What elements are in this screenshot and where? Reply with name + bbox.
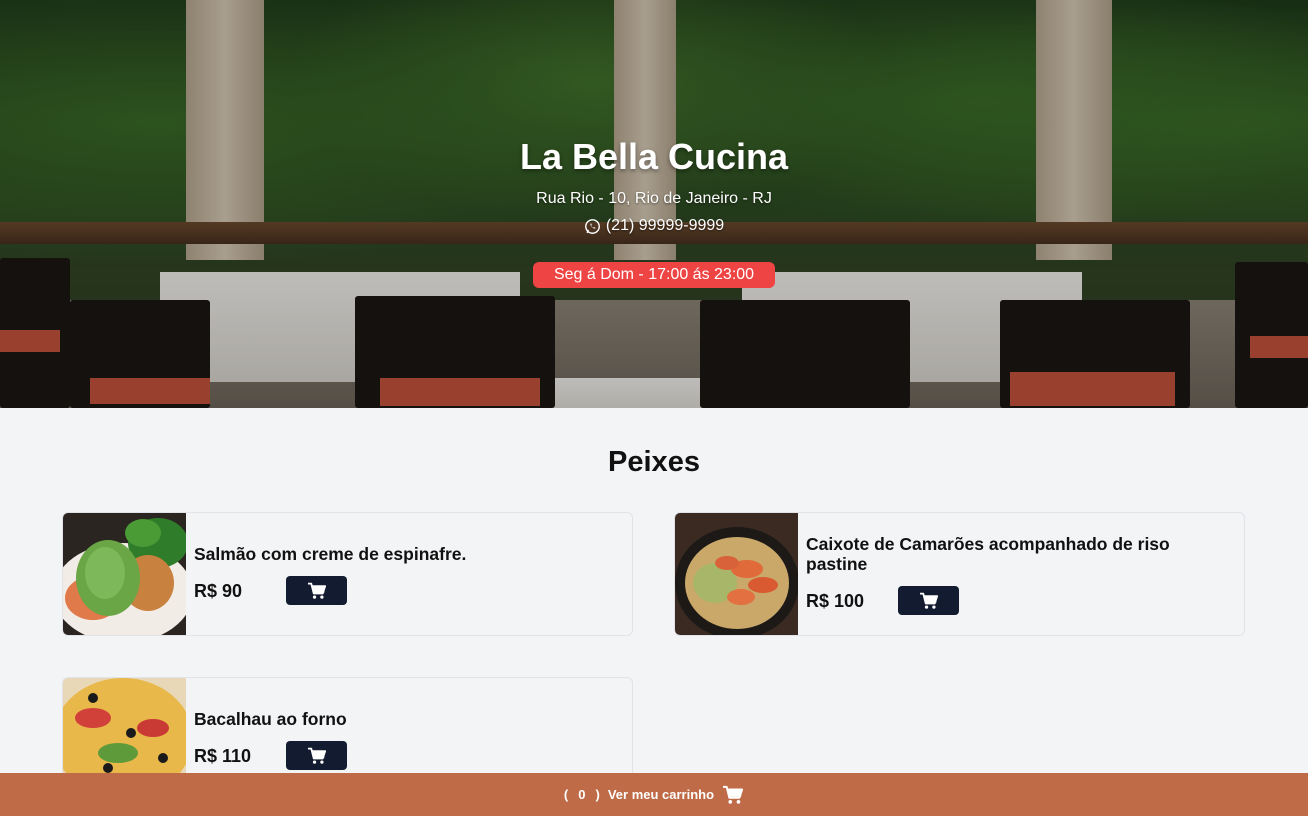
restaurant-phone[interactable]: (21) 99999-9999 <box>0 217 1308 240</box>
menu-item-name: Bacalhau ao forno <box>194 709 347 729</box>
cart-count-close-paren: ) <box>595 787 600 802</box>
hero-banner: La Bella Cucina Rua Rio - 10, Rio de Jan… <box>0 0 1308 408</box>
opening-hours-badge: Seg á Dom - 17:00 ás 23:00 <box>533 262 775 288</box>
cart-icon <box>919 592 938 609</box>
menu-item-price: R$ 90 <box>194 581 243 601</box>
phone-number: (21) 99999-9999 <box>605 217 725 234</box>
salmon-dish-photo <box>63 513 186 635</box>
add-to-cart-button[interactable] <box>286 741 347 770</box>
shrimp-dish-photo <box>675 513 798 635</box>
menu-item-card: Salmão com creme de espinafre. R$ 90 <box>62 512 633 636</box>
menu-item-name: Salmão com creme de espinafre. <box>194 544 467 564</box>
add-to-cart-button[interactable] <box>898 586 959 615</box>
cart-count-open-paren: ( <box>563 787 569 802</box>
menu-item-name: Caixote de Camarões acompanhado de riso … <box>806 534 1170 574</box>
hero-content: La Bella Cucina Rua Rio - 10, Rio de Jan… <box>0 0 1308 408</box>
menu-item-card: Caixote de Camarões acompanhado de riso … <box>674 512 1245 636</box>
view-cart-bar[interactable]: ( 0 ) Ver meu carrinho <box>0 773 1308 816</box>
view-cart-label: Ver meu carrinho <box>607 787 715 802</box>
menu-item-price: R$ 100 <box>806 591 865 611</box>
section-title: Peixes <box>608 446 700 478</box>
menu-item-price: R$ 110 <box>194 746 252 766</box>
restaurant-address: Rua Rio - 10, Rio de Janeiro - RJ <box>536 190 772 207</box>
cart-icon <box>307 747 326 764</box>
whatsapp-icon <box>584 218 600 234</box>
cart-icon <box>307 582 326 599</box>
add-to-cart-button[interactable] <box>286 576 347 605</box>
cart-icon <box>723 785 744 804</box>
cart-count: 0 <box>578 787 586 802</box>
restaurant-name: La Bella Cucina <box>519 136 789 177</box>
cart-count-wrapper: ( 0 ) <box>564 787 600 802</box>
